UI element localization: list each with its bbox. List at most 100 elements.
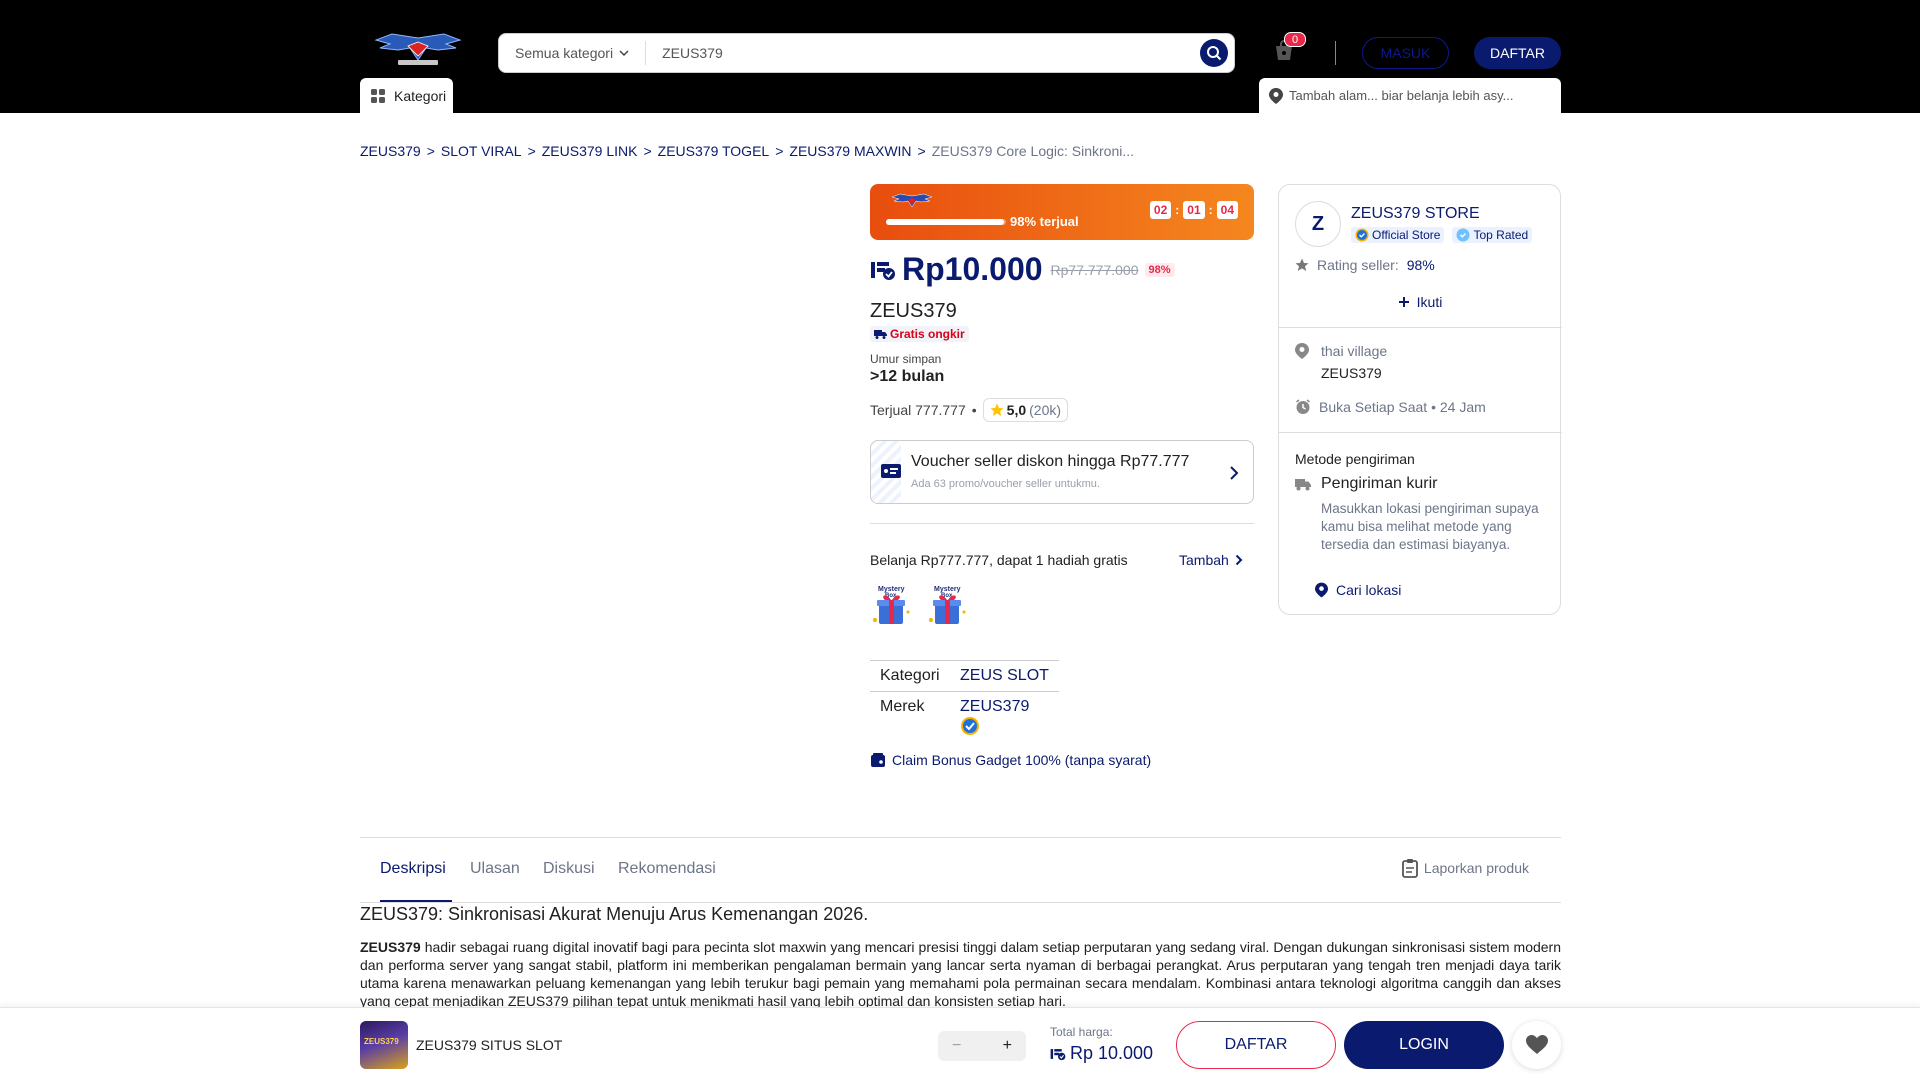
spec-key: Kategori	[870, 660, 950, 692]
spec-value-link[interactable]: ZEUS379	[960, 698, 1029, 715]
bottom-product-name: ZEUS379 SITUS SLOT	[416, 1037, 563, 1053]
seller-rating-label: Rating seller:	[1317, 257, 1399, 273]
truck-icon	[1295, 479, 1311, 491]
rating-pill[interactable]: 5,0 (20k)	[982, 398, 1069, 422]
sold-progress-bar	[886, 219, 1006, 225]
quantity-stepper: − +	[938, 1031, 1026, 1061]
thumbnail-text: ZEUS379	[364, 1037, 399, 1046]
chevron-right-icon	[1235, 554, 1243, 566]
seller-avatar[interactable]: Z	[1295, 201, 1341, 247]
mystery-text: Mystery	[934, 586, 961, 593]
shipping-method-label: Metode pengiriman	[1295, 451, 1415, 467]
daftar-header-button[interactable]: DAFTAR	[1474, 37, 1561, 69]
clipboard-icon	[1402, 859, 1418, 878]
follow-label: Ikuti	[1416, 294, 1443, 310]
verified-badge-icon	[961, 717, 979, 735]
mystery-box-gift[interactable]: Mystery Box	[926, 582, 970, 628]
product-name: ZEUS379	[870, 300, 957, 322]
tabs-divider	[360, 902, 1561, 903]
product-price: Rp10.000	[902, 251, 1043, 287]
grid-icon	[371, 88, 385, 103]
countdown-timer: 02 : 01 : 04	[1149, 201, 1238, 219]
tab-ulasan[interactable]: Ulasan	[470, 860, 520, 878]
tambah-link[interactable]: Tambah	[1179, 552, 1243, 568]
timer-separator: :	[1175, 203, 1180, 217]
wallet-icon	[871, 753, 885, 767]
flash-sale-banner: 98% terjual 02 : 01 : 04	[870, 184, 1254, 240]
discount-badge: 98%	[1144, 262, 1175, 277]
claim-bonus-link[interactable]: Claim Bonus Gadget 100% (tanpa syarat)	[870, 752, 1151, 768]
truck-icon	[874, 330, 887, 339]
report-product-label: Laporkan produk	[1423, 860, 1529, 876]
category-dropdown-label: Semua kategori	[515, 45, 614, 61]
masuk-button[interactable]: MASUK	[1362, 37, 1449, 69]
official-store-badge: Official Store	[1351, 227, 1445, 243]
spec-key: Merek	[880, 698, 925, 715]
breadcrumb-current: ZEUS379 Core Logic: Sinkroni...	[931, 143, 1135, 159]
wishlist-button[interactable]	[1512, 1021, 1561, 1069]
cart-count-badge: 0	[1284, 32, 1306, 47]
breadcrumb-link[interactable]: ZEUS379 TOGEL	[658, 143, 770, 159]
report-product-button[interactable]: Laporkan produk	[1402, 858, 1529, 878]
spec-row: Kategori ZEUS SLOT	[870, 660, 1059, 692]
kategori-tab[interactable]: Kategori	[360, 78, 453, 113]
header-divider	[1335, 41, 1336, 65]
gift-promo-label: Belanja Rp777.777, dapat 1 hadiah gratis	[870, 552, 1128, 568]
sales-rating-row: Terjual 777.777 • 5,0 (20k)	[870, 398, 1069, 422]
seller-rating: Rating seller: 98%	[1295, 257, 1435, 273]
gift-box-icon: Mystery Box	[873, 586, 910, 624]
spec-value-link[interactable]: ZEUS SLOT	[950, 660, 1059, 692]
price-tag-icon	[1050, 1048, 1066, 1060]
chevron-down-icon	[619, 50, 629, 57]
search-input[interactable]	[646, 45, 1200, 61]
seller-open-hours: Buka Setiap Saat • 24 Jam	[1319, 399, 1486, 415]
tab-rekomendasi[interactable]: Rekomendasi	[618, 860, 716, 878]
voucher-subtitle: Ada 63 promo/voucher seller untukmu.	[911, 478, 1100, 490]
seller-card: Z ZEUS379 STORE Official Store Top Rated…	[1278, 184, 1562, 615]
breadcrumb-link[interactable]: SLOT VIRAL	[441, 143, 522, 159]
seller-rating-value: 98%	[1406, 257, 1435, 273]
rating-count: (20k)	[1029, 402, 1062, 418]
star-icon	[1295, 258, 1309, 271]
seller-badges: Official Store Top Rated	[1351, 227, 1533, 243]
spec-table: Kategori ZEUS SLOT Merek ZEUS379	[870, 660, 1059, 747]
total-price: Rp 10.000	[1050, 1043, 1153, 1064]
spec-value-cell: ZEUS379	[950, 692, 1059, 748]
gift-box-icon: Mystery Box	[929, 586, 966, 624]
seller-divider	[1279, 327, 1562, 328]
find-location-button[interactable]: Cari lokasi	[1315, 582, 1401, 598]
breadcrumb-link[interactable]: ZEUS379 MAXWIN	[789, 143, 911, 159]
description-title: ZEUS379: Sinkronisasi Akurat Menuju Arus…	[360, 904, 869, 924]
search-button[interactable]	[1200, 39, 1228, 67]
follow-button[interactable]: Ikuti	[1279, 294, 1562, 310]
heart-icon	[1525, 1035, 1548, 1054]
product-tabs: Deskripsi Ulasan Diskusi Rekomendasi Lap…	[360, 838, 1561, 903]
location-pin-icon	[1269, 87, 1283, 104]
original-price: Rp77.777.000	[1050, 261, 1139, 278]
voucher-card[interactable]: Voucher seller diskon hingga Rp77.777 Ad…	[870, 440, 1254, 504]
tab-diskusi[interactable]: Diskusi	[543, 860, 595, 878]
breadcrumb-link[interactable]: ZEUS379	[360, 143, 421, 159]
section-divider	[870, 523, 1254, 524]
voucher-title: Voucher seller diskon hingga Rp77.777	[911, 453, 1190, 470]
shelf-life-label: Umur simpan	[870, 352, 942, 366]
timer-minutes: 01	[1183, 201, 1205, 219]
timer-seconds: 04	[1216, 201, 1238, 219]
decrease-quantity-button[interactable]: −	[952, 1037, 961, 1055]
increase-quantity-button[interactable]: +	[1003, 1037, 1012, 1055]
free-shipping-label: Gratis ongkir	[890, 327, 965, 341]
total-price-value: Rp 10.000	[1070, 1043, 1154, 1063]
breadcrumb-link[interactable]: ZEUS379 LINK	[542, 143, 638, 159]
mystery-box-gift[interactable]: Mystery Box	[870, 582, 914, 628]
category-dropdown[interactable]: Semua kategori	[499, 41, 647, 65]
site-logo[interactable]	[372, 30, 464, 70]
daftar-button[interactable]: DAFTAR	[1176, 1021, 1336, 1069]
login-button[interactable]: LOGIN	[1344, 1021, 1504, 1069]
price-tag-icon	[871, 261, 895, 280]
seller-name[interactable]: ZEUS379 STORE	[1351, 205, 1480, 223]
tab-deskripsi[interactable]: Deskripsi	[380, 860, 446, 878]
description-body: ZEUS379 hadir sebagai ruang digital inov…	[360, 938, 1561, 1010]
address-selector[interactable]: Tambah alam... biar belanja lebih asy...	[1259, 78, 1561, 113]
claim-bonus-label: Claim Bonus Gadget 100% (tanpa syarat)	[892, 752, 1152, 768]
timer-hours: 02	[1149, 201, 1172, 219]
